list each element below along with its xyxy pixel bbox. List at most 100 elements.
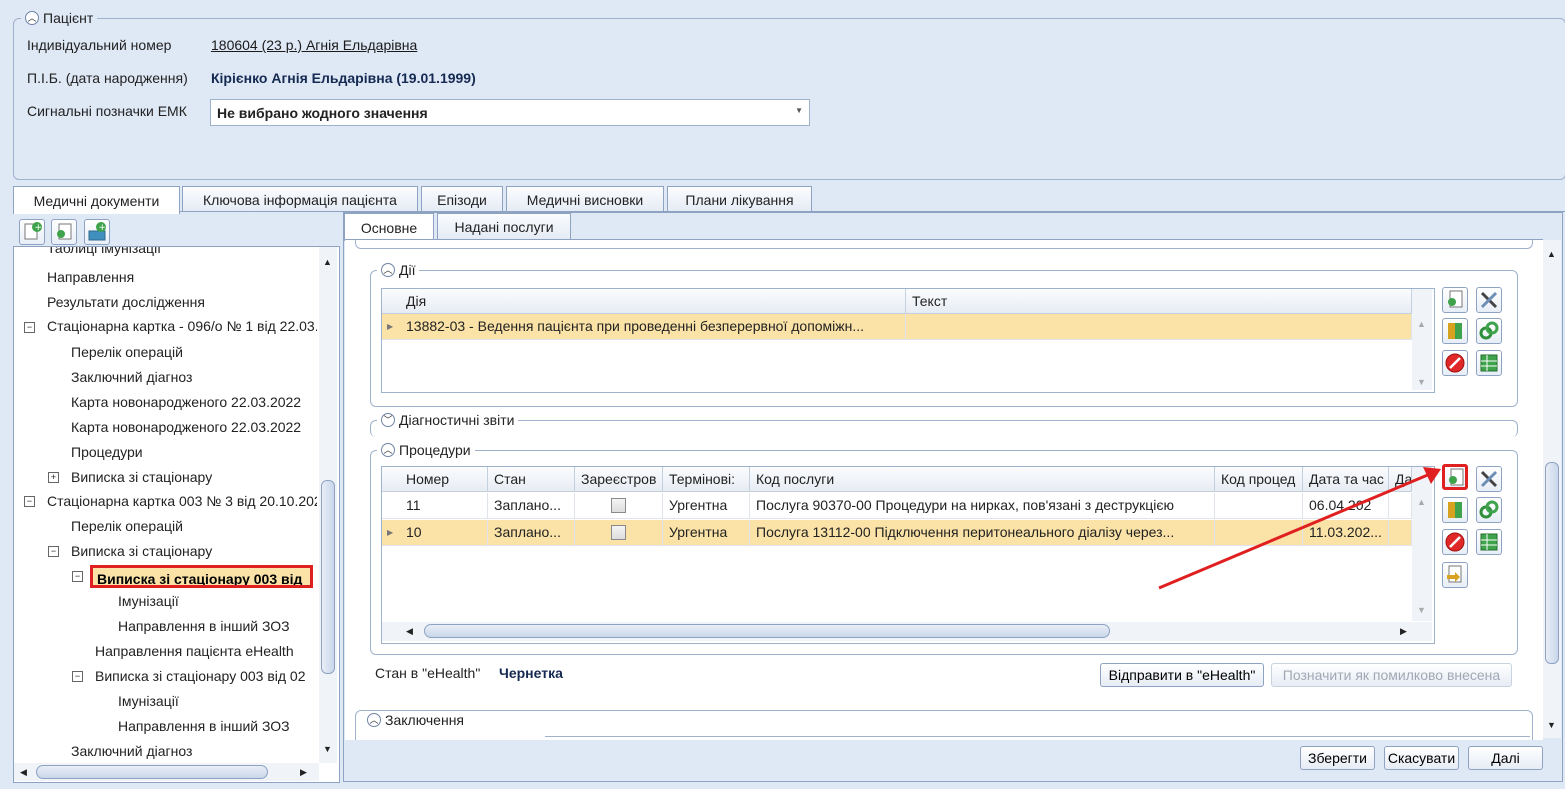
scroll-left-icon[interactable]: ◀ xyxy=(406,626,413,637)
collapse-icon[interactable]: − xyxy=(24,496,35,507)
patient-id-link[interactable]: 180604 (23 р.) Агнія Ельдарівна xyxy=(211,37,417,53)
cell-action[interactable]: 13882-03 - Ведення пацієнта при проведен… xyxy=(400,314,906,339)
tree-horizontal-scrollbar[interactable]: ◀ ▶ xyxy=(14,763,319,781)
import-document-button[interactable] xyxy=(51,219,77,245)
column-header[interactable]: Текст xyxy=(906,289,1412,313)
tree-item[interactable]: Перелік операцій xyxy=(71,344,183,360)
collapse-icon[interactable]: − xyxy=(72,671,83,682)
tree-item[interactable]: Заключний діагноз xyxy=(71,369,192,385)
edit-procedure-button[interactable] xyxy=(1476,466,1502,492)
tree-item[interactable]: Виписка зі стаціонару xyxy=(71,469,212,485)
tab-treatment-plans[interactable]: Плани лікування xyxy=(667,186,812,212)
tab-episodes[interactable]: Епізоди xyxy=(421,186,503,212)
scroll-down-icon[interactable]: ▼ xyxy=(1417,605,1426,615)
tree-item[interactable]: Виписка зі стаціонару xyxy=(71,543,212,559)
cell-urgency[interactable]: Ургентна xyxy=(663,493,750,518)
content-vertical-scrollbar[interactable]: ▲ ▼ xyxy=(1543,240,1561,738)
link-action-button[interactable] xyxy=(1476,318,1502,344)
tree-vertical-scrollbar[interactable]: ▲ ▼ xyxy=(319,247,337,763)
expand-icon[interactable]: ﹀ xyxy=(381,413,395,427)
table-procedure-button[interactable] xyxy=(1476,529,1502,555)
scroll-right-icon[interactable]: ▶ xyxy=(300,767,307,778)
collapse-icon[interactable]: ︿ xyxy=(381,443,395,457)
column-header[interactable]: Дія xyxy=(400,289,906,313)
table-action-button[interactable] xyxy=(1476,350,1502,376)
book-action-button[interactable] xyxy=(1442,318,1468,344)
column-header[interactable]: Стан xyxy=(488,467,575,491)
tab-medical-conclusions[interactable]: Медичні висновки xyxy=(506,186,664,212)
scroll-down-icon[interactable]: ▼ xyxy=(1547,720,1556,730)
collapse-icon[interactable]: ︿ xyxy=(25,11,39,25)
edit-action-button[interactable] xyxy=(1476,287,1502,313)
cell-state[interactable]: Заплано... xyxy=(488,520,575,545)
tree-item[interactable]: Виписка зі стаціонару 003 від 02 xyxy=(95,668,317,684)
tree-item[interactable]: Карта новонародженого 22.03.2022 xyxy=(71,394,301,410)
tree-item[interactable]: Карта новонародженого 22.03.2022 xyxy=(71,419,301,435)
save-button[interactable]: Зберегти xyxy=(1300,746,1375,770)
scroll-thumb[interactable] xyxy=(1545,462,1559,664)
tree-item[interactable]: Стаціонарна картка - 096/о № 1 від 22.03… xyxy=(47,318,317,334)
add-folder-button[interactable]: + xyxy=(84,219,110,245)
cell-registered[interactable] xyxy=(575,493,663,518)
add-action-button[interactable] xyxy=(1442,287,1468,313)
scroll-thumb[interactable] xyxy=(36,765,268,779)
new-document-icon: + xyxy=(24,222,42,240)
tree-item[interactable]: Направлення пацієнта eHealth xyxy=(95,643,294,659)
send-ehealth-button[interactable]: Відправити в "eHealth" xyxy=(1100,663,1264,687)
cell-state[interactable]: Заплано... xyxy=(488,493,575,518)
mark-error-button[interactable]: Позначити як помилково внесена xyxy=(1271,663,1512,687)
tab-key-info[interactable]: Ключова інформація пацієнта xyxy=(182,186,418,212)
tree-item[interactable]: Направлення xyxy=(47,269,134,285)
scroll-down-icon[interactable]: ▼ xyxy=(1417,377,1426,387)
collapse-icon[interactable]: ︿ xyxy=(381,263,395,277)
scroll-thumb[interactable] xyxy=(424,624,1110,638)
grid-horizontal-scrollbar[interactable]: ◀ ▶ xyxy=(382,622,1432,641)
table-row[interactable]: ▶ 13882-03 - Ведення пацієнта при провед… xyxy=(382,314,1412,340)
cell-text[interactable] xyxy=(906,314,1412,339)
collapse-icon[interactable]: − xyxy=(72,571,83,582)
cell-number[interactable]: 11 xyxy=(400,493,488,518)
tree-item[interactable]: Процедури xyxy=(71,444,143,460)
next-button[interactable]: Далі xyxy=(1468,746,1543,770)
collapse-icon[interactable]: − xyxy=(24,322,35,333)
scroll-thumb[interactable] xyxy=(321,480,335,674)
link-procedure-button[interactable] xyxy=(1476,497,1502,523)
tree-item[interactable]: Імунізації xyxy=(118,593,179,609)
tree-item[interactable]: Направлення в інший ЗОЗ xyxy=(118,618,290,634)
column-header[interactable]: Номер xyxy=(400,467,488,491)
chevron-down-icon[interactable]: ▼ xyxy=(795,106,803,115)
scroll-down-icon[interactable]: ▼ xyxy=(323,744,332,754)
tree-item[interactable]: Перелік операцій xyxy=(71,518,183,534)
delete-action-button[interactable] xyxy=(1442,350,1468,376)
scroll-right-icon[interactable]: ▶ xyxy=(1400,626,1407,637)
cell-number[interactable]: 10 xyxy=(400,520,488,545)
scroll-up-icon[interactable]: ▲ xyxy=(323,257,332,267)
cell-registered[interactable] xyxy=(575,520,663,545)
registered-checkbox[interactable] xyxy=(611,524,626,540)
add-folder-icon: + xyxy=(88,222,106,241)
cancel-button[interactable]: Скасувати xyxy=(1384,746,1459,770)
expand-icon[interactable]: + xyxy=(48,472,59,483)
tab-medical-documents[interactable]: Медичні документи xyxy=(13,186,180,214)
scroll-left-icon[interactable]: ◀ xyxy=(20,767,27,778)
tree-item[interactable]: Імунізації xyxy=(118,693,179,709)
signals-dropdown[interactable]: Не вибрано жодного значення ▼ xyxy=(210,99,810,126)
tree-item[interactable]: Направлення в інший ЗОЗ xyxy=(118,718,290,734)
column-header[interactable]: Термінові: xyxy=(663,467,750,491)
new-document-button[interactable]: + xyxy=(19,219,45,245)
cell-urgency[interactable]: Ургентна xyxy=(663,520,750,545)
column-header[interactable]: Зареєстров xyxy=(575,467,663,491)
scroll-up-icon[interactable]: ▲ xyxy=(1417,319,1426,329)
collapse-icon[interactable]: − xyxy=(48,546,59,557)
tree-item[interactable]: Таблиці імунізації xyxy=(47,247,161,256)
tree-item-selected[interactable]: Виписка зі стаціонару 003 від xyxy=(90,565,313,588)
tab-main[interactable]: Основне xyxy=(344,213,434,241)
collapse-icon[interactable]: ︿ xyxy=(367,713,381,727)
tree-item[interactable]: Стаціонарна картка 003 № 3 від 20.10.202… xyxy=(47,493,317,509)
grid-vertical-scrollbar[interactable]: ▲ ▼ xyxy=(1412,289,1432,390)
tree-item[interactable]: Заключний діагноз xyxy=(71,743,192,759)
tab-provided-services[interactable]: Надані послуги xyxy=(437,213,571,239)
tree-item[interactable]: Результати дослідження xyxy=(47,294,205,310)
registered-checkbox[interactable] xyxy=(611,497,626,513)
scroll-up-icon[interactable]: ▲ xyxy=(1547,249,1556,259)
